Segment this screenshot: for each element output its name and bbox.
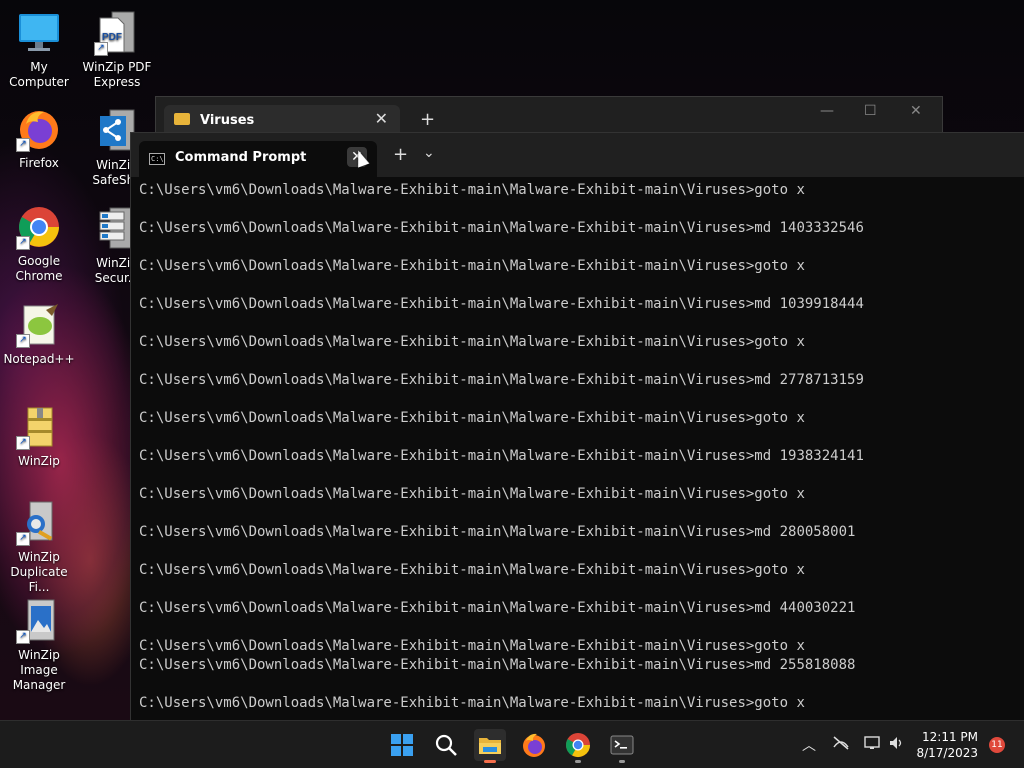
explorer-tab-close-button[interactable]: ✕ — [375, 109, 388, 128]
taskbar-chrome[interactable] — [562, 729, 594, 763]
terminal-icon — [610, 735, 634, 755]
desktop-icon-notepad-plus-plus[interactable]: ↗ Notepad++ — [0, 302, 78, 367]
terminal-line: C:\Users\vm6\Downloads\Malware-Exhibit-m… — [139, 372, 864, 388]
chrome-icon — [566, 733, 590, 758]
shortcut-arrow-icon: ↗ — [16, 630, 30, 644]
desktop-icon-label: Firefox — [19, 156, 59, 170]
windows-logo-icon — [391, 734, 413, 756]
desktop-icon-firefox[interactable]: ↗ Firefox — [0, 106, 78, 171]
clock-date: 8/17/2023 — [916, 746, 978, 760]
active-indicator — [484, 760, 496, 763]
display-icon[interactable] — [864, 735, 882, 755]
desktop-icon-label: WinZip — [18, 454, 60, 468]
shortcut-arrow-icon: ↗ — [16, 532, 30, 546]
taskbar-search-button[interactable] — [430, 729, 462, 761]
terminal-tab-command-prompt[interactable]: C:\ Command Prompt ✕ — [139, 141, 377, 177]
notepad-plus-plus-icon: ↗ — [16, 302, 62, 348]
taskbar: ︿ 12:11 PM 8/17/2023 11 — [0, 720, 1024, 768]
explorer-tab-viruses[interactable]: Viruses ✕ — [164, 105, 400, 135]
notification-badge[interactable]: 11 — [989, 737, 1005, 753]
shortcut-arrow-icon: ↗ — [16, 236, 30, 250]
terminal-line: C:\Users\vm6\Downloads\Malware-Exhibit-m… — [139, 524, 856, 540]
winzip-pdf-express-icon: PDF ↗ — [94, 10, 140, 56]
chrome-icon: ↗ — [16, 204, 62, 250]
taskbar-firefox[interactable] — [518, 729, 550, 761]
desktop-icon-winzip[interactable]: ↗ WinZip — [0, 404, 78, 469]
terminal-output[interactable]: C:\Users\vm6\Downloads\Malware-Exhibit-m… — [139, 181, 1019, 721]
desktop-icon-winzip-pdf-express[interactable]: PDF ↗ WinZip PDF Express — [78, 10, 156, 90]
terminal-line: C:\Users\vm6\Downloads\Malware-Exhibit-m… — [139, 562, 805, 578]
desktop-icon-label: My Computer — [9, 60, 69, 89]
desktop-icon-winzip-image-manager[interactable]: ↗ WinZip Image Manager — [0, 598, 78, 693]
winzip-image-manager-icon: ↗ — [16, 598, 62, 644]
running-indicator — [575, 760, 581, 763]
terminal-line: C:\Users\vm6\Downloads\Malware-Exhibit-m… — [139, 410, 805, 426]
terminal-titlebar[interactable]: C:\ Command Prompt ✕ + ⌄ — [131, 133, 1024, 177]
firefox-icon — [523, 733, 545, 757]
shortcut-arrow-icon: ↗ — [16, 334, 30, 348]
shortcut-arrow-icon: ↗ — [94, 42, 108, 56]
desktop-icon-label: WinZip Image Manager — [12, 648, 66, 692]
desktop-icon-my-computer[interactable]: My Computer — [0, 10, 78, 90]
firefox-icon: ↗ — [16, 106, 62, 152]
monitor-icon — [16, 10, 62, 56]
terminal-dropdown-button[interactable]: ⌄ — [423, 145, 435, 161]
maximize-button[interactable]: ☐ — [864, 103, 877, 119]
terminal-window[interactable]: C:\ Command Prompt ✕ + ⌄ C:\Users\vm6\Do… — [130, 132, 1024, 721]
terminal-line: C:\Users\vm6\Downloads\Malware-Exhibit-m… — [139, 695, 805, 711]
terminal-line: C:\Users\vm6\Downloads\Malware-Exhibit-m… — [139, 657, 856, 673]
taskbar-clock[interactable]: 12:11 PM 8/17/2023 — [916, 729, 978, 761]
explorer-window[interactable]: Viruses ✕ + — ☐ ✕ — [155, 96, 943, 137]
taskbar-file-explorer[interactable] — [474, 729, 506, 763]
terminal-line: C:\Users\vm6\Downloads\Malware-Exhibit-m… — [139, 334, 805, 350]
running-indicator — [619, 760, 625, 763]
terminal-line: C:\Users\vm6\Downloads\Malware-Exhibit-m… — [139, 296, 864, 312]
winzip-duplicate-finder-icon: ↗ — [16, 500, 62, 546]
desktop-icon-google-chrome[interactable]: ↗ Google Chrome — [0, 204, 78, 284]
clock-time: 12:11 PM — [922, 730, 978, 744]
terminal-line: C:\Users\vm6\Downloads\Malware-Exhibit-m… — [139, 600, 856, 616]
terminal-line: C:\Users\vm6\Downloads\Malware-Exhibit-m… — [139, 448, 864, 464]
volume-icon[interactable] — [888, 735, 906, 755]
terminal-new-tab-button[interactable]: + — [393, 144, 408, 165]
explorer-tab-title: Viruses — [200, 113, 255, 128]
search-icon — [435, 734, 457, 756]
desktop-icon-label: Google Chrome — [15, 254, 63, 283]
folder-icon — [174, 113, 190, 125]
tray-overflow-chevron-icon[interactable]: ︿ — [802, 735, 816, 755]
desktop-icon-label: WinZip PDF Express — [82, 60, 152, 89]
network-disconnected-icon[interactable] — [832, 735, 850, 755]
file-explorer-icon — [479, 738, 501, 754]
terminal-line: C:\Users\vm6\Downloads\Malware-Exhibit-m… — [139, 182, 805, 198]
minimize-button[interactable]: — — [820, 103, 834, 119]
terminal-line: C:\Users\vm6\Downloads\Malware-Exhibit-m… — [139, 486, 805, 502]
terminal-line: C:\Users\vm6\Downloads\Malware-Exhibit-m… — [139, 258, 805, 274]
start-button[interactable] — [386, 729, 418, 761]
terminal-tab-title: Command Prompt — [175, 150, 307, 165]
shortcut-arrow-icon: ↗ — [16, 138, 30, 152]
desktop-icon-label: WinZip Duplicate Fi... — [10, 550, 68, 594]
terminal-line: C:\Users\vm6\Downloads\Malware-Exhibit-m… — [139, 220, 864, 236]
desktop-icon-label: Notepad++ — [3, 352, 75, 366]
shortcut-arrow-icon: ↗ — [16, 436, 30, 450]
terminal-line: C:\Users\vm6\Downloads\Malware-Exhibit-m… — [139, 638, 805, 654]
explorer-new-tab-button[interactable]: + — [420, 109, 435, 130]
winzip-icon: ↗ — [16, 404, 62, 450]
desktop-icon-winzip-duplicate-finder[interactable]: ↗ WinZip Duplicate Fi... — [0, 500, 78, 595]
taskbar-terminal[interactable] — [606, 729, 638, 763]
window-close-button[interactable]: ✕ — [910, 103, 922, 119]
command-prompt-icon: C:\ — [149, 153, 165, 165]
